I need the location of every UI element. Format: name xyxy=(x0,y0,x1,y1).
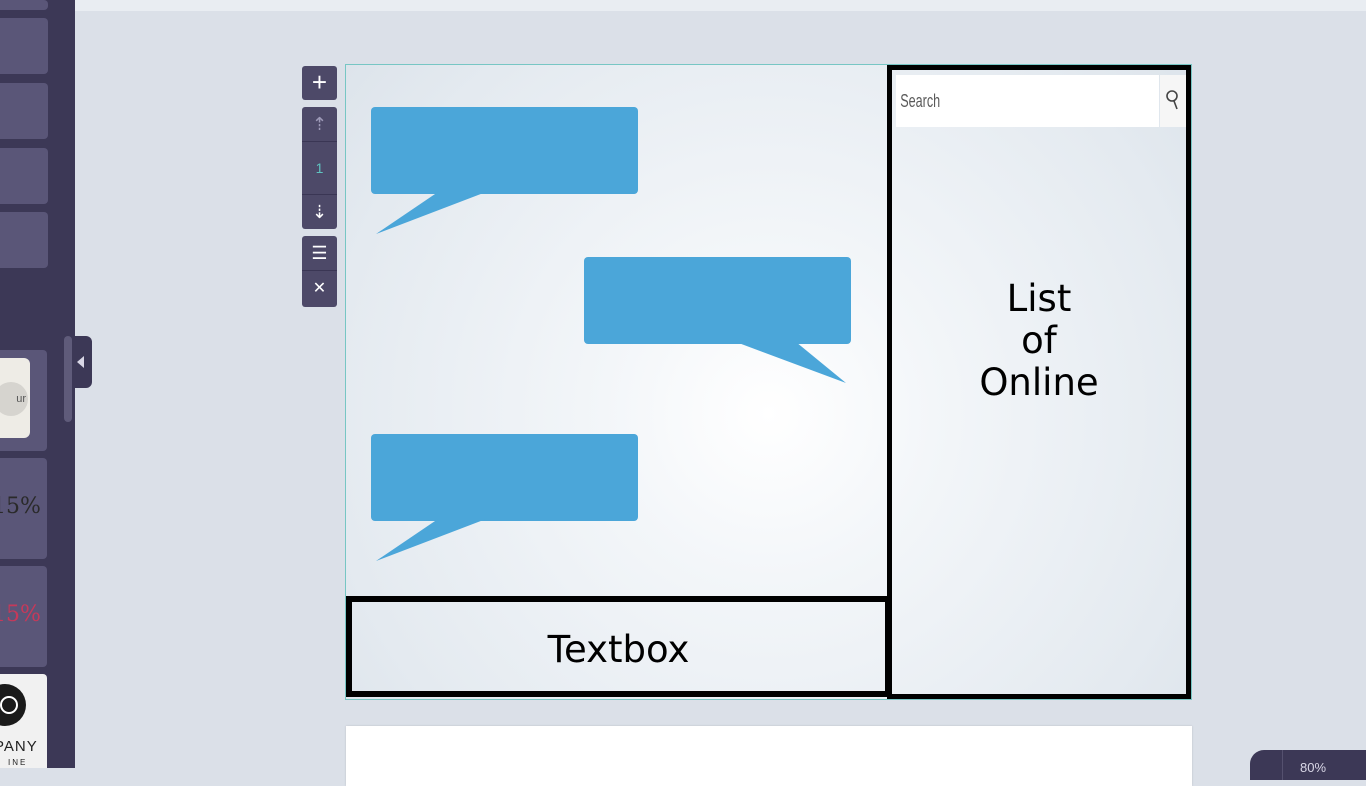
page-number-label: 1 xyxy=(315,160,324,176)
template-flour[interactable]: ur xyxy=(0,350,47,451)
speech-bubble[interactable] xyxy=(584,257,851,344)
speech-bubble-tail xyxy=(376,192,486,234)
list-of-online-label: List of Online xyxy=(979,277,1099,404)
flour-bag-image: ur xyxy=(0,358,30,438)
online-list-box[interactable]: List of Online xyxy=(887,65,1191,699)
textbox-label: Textbox xyxy=(547,628,690,671)
speech-bubble-tail xyxy=(736,342,846,383)
top-strip xyxy=(75,0,1366,11)
next-canvas-page[interactable] xyxy=(346,726,1192,786)
template-thumbnail[interactable] xyxy=(0,148,48,204)
template-thumbnail[interactable] xyxy=(0,83,48,139)
delete-page-button[interactable]: ✕ xyxy=(302,270,337,307)
chevron-left-icon xyxy=(77,356,84,368)
duplicate-icon: ☰ xyxy=(311,243,328,263)
zoom-separator xyxy=(1282,750,1283,780)
template-thumbnail[interactable] xyxy=(0,212,48,268)
search-input[interactable] xyxy=(896,75,1081,127)
speech-bubble[interactable] xyxy=(371,107,638,194)
add-page-button[interactable]: + xyxy=(302,66,337,100)
template-discount-text: 15% xyxy=(0,494,41,519)
template-discount-red[interactable]: 15% xyxy=(0,566,47,667)
speech-bubble[interactable] xyxy=(371,434,638,521)
search-icon xyxy=(1166,90,1178,110)
sidebar-scrollbar[interactable] xyxy=(64,336,72,422)
plus-icon: + xyxy=(311,67,328,97)
search-button[interactable] xyxy=(1160,75,1186,127)
template-thumbnail[interactable] xyxy=(0,18,48,74)
template-thumbnail[interactable] xyxy=(0,0,48,10)
collapse-sidebar-button[interactable] xyxy=(72,336,92,388)
company-text: PANY xyxy=(0,738,38,755)
arrow-up-icon: ⇡ xyxy=(311,114,328,134)
duplicate-page-button[interactable]: ☰ xyxy=(302,236,337,270)
template-discount-red-text: 15% xyxy=(0,602,41,627)
speech-bubble-tail xyxy=(376,519,486,561)
company-subtext: INE xyxy=(8,758,28,767)
close-icon: ✕ xyxy=(312,280,327,297)
move-page-down-button[interactable]: ⇣ xyxy=(302,194,337,229)
logo-icon xyxy=(0,684,26,726)
template-company-logo[interactable]: PANY INE xyxy=(0,674,47,768)
search-field[interactable] xyxy=(896,75,1159,127)
left-sidebar: ur 15% 15% PANY INE xyxy=(0,0,75,768)
move-page-up-button[interactable]: ⇡ xyxy=(302,107,337,141)
page-number: 1 xyxy=(302,141,337,195)
template-discount[interactable]: 15% xyxy=(0,458,47,559)
zoom-control[interactable]: 80% xyxy=(1250,750,1366,780)
arrow-down-icon: ⇣ xyxy=(311,202,328,222)
textbox-frame[interactable]: Textbox xyxy=(346,596,891,697)
flour-label: ur xyxy=(0,382,28,416)
